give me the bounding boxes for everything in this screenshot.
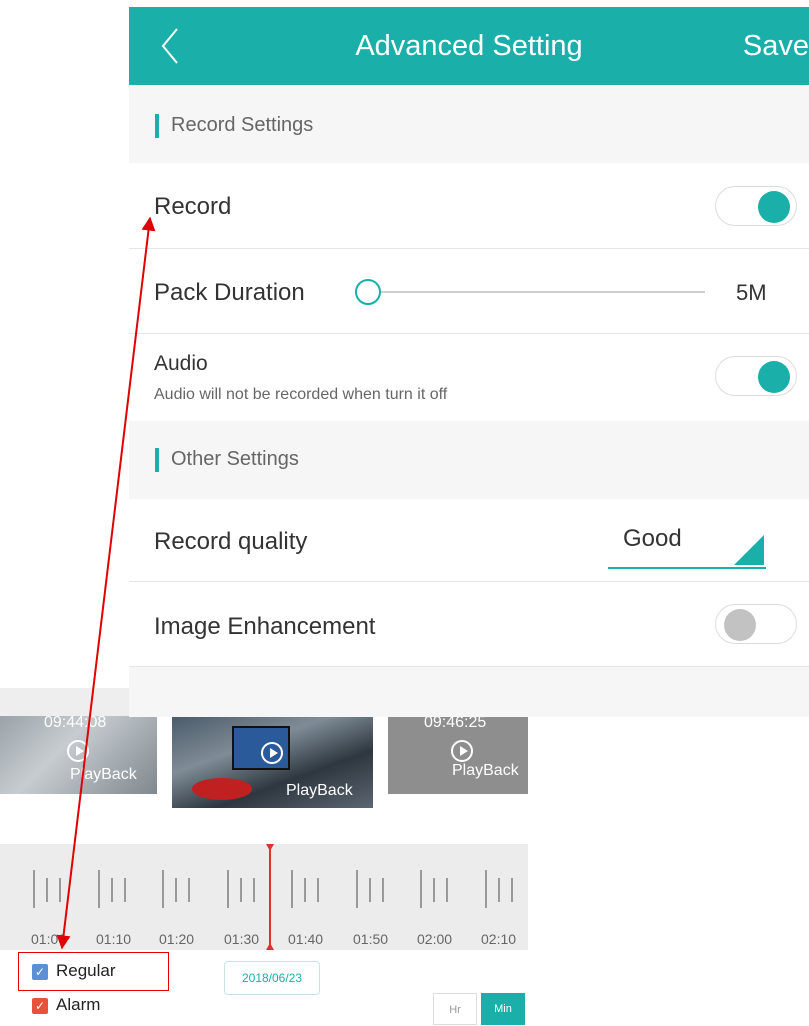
thumbnail-label: PlayBack <box>452 762 519 779</box>
scale-hr-button[interactable]: Hr <box>433 993 477 1025</box>
record-quality-value: Good <box>623 525 682 552</box>
timeline-label: 01:00 <box>31 931 67 947</box>
panel-footer <box>129 667 809 717</box>
advanced-setting-panel: Advanced Setting Save Record Settings Re… <box>129 7 809 717</box>
section-title: Record Settings <box>171 114 314 136</box>
timeline-tick <box>110 878 113 902</box>
play-icon <box>67 740 89 762</box>
thumbnail-label: PlayBack <box>286 782 353 799</box>
image-enhancement-toggle[interactable] <box>715 604 797 644</box>
timeline-tick <box>355 870 358 908</box>
play-icon <box>261 742 283 764</box>
save-button[interactable]: Save <box>743 7 809 85</box>
filter-label: Alarm <box>56 995 101 1014</box>
toggle-knob <box>758 191 790 223</box>
timeline-label: 01:20 <box>159 931 195 947</box>
thumbnail-label: PlayBack <box>70 766 137 783</box>
section-accent-bar <box>155 114 159 138</box>
record-quality-label: Record quality <box>154 528 308 555</box>
timeline-tick <box>497 878 500 902</box>
scale-min-button[interactable]: Min <box>481 993 525 1025</box>
timeline-tick <box>226 870 229 908</box>
timeline-tick <box>33 870 35 908</box>
dropdown-corner-icon <box>734 535 764 565</box>
timeline-tick <box>510 878 513 902</box>
timeline-tick <box>446 878 448 902</box>
pack-duration-slider-track[interactable] <box>369 291 705 293</box>
recording-thumbnail[interactable]: 09:46:25 PlayBack <box>388 716 528 794</box>
audio-label: Audio <box>154 352 208 375</box>
timeline-label: 01:50 <box>353 931 389 947</box>
timeline-label: 01:30 <box>224 931 260 947</box>
audio-row: Audio Audio will not be recorded when tu… <box>129 334 809 422</box>
timeline-playhead[interactable] <box>269 844 271 950</box>
timeline-label: 02:10 <box>481 931 517 947</box>
timeline[interactable]: 01:00 01:10 01:20 01:30 01:40 01:50 02:0… <box>0 844 528 950</box>
section-other-settings: Other Settings <box>129 421 809 499</box>
timeline-label: 01:10 <box>96 931 132 947</box>
toggle-knob <box>724 609 756 641</box>
playhead-top-marker <box>266 844 274 851</box>
pack-duration-label: Pack Duration <box>154 279 305 306</box>
toggle-knob <box>758 361 790 393</box>
record-label: Record <box>154 193 232 220</box>
timeline-tick <box>46 878 48 902</box>
timeline-tick <box>97 870 100 908</box>
page-title: Advanced Setting <box>355 30 583 62</box>
timeline-tick <box>484 870 487 908</box>
timeline-tick <box>304 878 306 902</box>
pack-duration-row: Pack Duration 5M <box>129 249 809 334</box>
regular-highlight-box <box>18 952 169 991</box>
audio-toggle[interactable] <box>715 356 797 396</box>
timeline-label: 01:40 <box>288 931 324 947</box>
timeline-tick <box>433 878 435 902</box>
timeline-tick <box>317 878 319 902</box>
section-accent-bar <box>155 448 159 472</box>
timeline-label: 02:00 <box>417 931 453 947</box>
timeline-tick <box>381 878 384 902</box>
timeline-tick <box>188 878 190 902</box>
date-picker-button[interactable]: 2018/06/23 <box>224 961 320 995</box>
thumbnail-time: 09:46:25 <box>424 716 487 731</box>
filter-alarm[interactable]: ✓ Alarm <box>32 994 162 1018</box>
mouse-image <box>192 778 252 800</box>
play-icon <box>451 740 473 762</box>
timeline-tick <box>239 878 242 902</box>
timeline-tick <box>59 878 61 902</box>
playhead-bottom-marker <box>266 943 274 950</box>
timeline-tick <box>368 878 371 902</box>
timeline-tick <box>123 878 126 902</box>
recording-thumbnail[interactable]: 09:44:08 PlayBack <box>0 716 157 794</box>
timeline-tick <box>420 870 422 908</box>
record-quality-select[interactable]: Good <box>608 517 766 569</box>
timeline-tick <box>252 878 255 902</box>
timeline-tick <box>291 870 293 908</box>
pack-duration-value: 5M <box>736 280 767 305</box>
image-enhancement-row: Image Enhancement <box>129 582 809 667</box>
pack-duration-slider-thumb[interactable] <box>355 279 381 305</box>
image-enhancement-label: Image Enhancement <box>154 613 376 640</box>
recording-thumbnail[interactable]: PlayBack <box>172 716 373 808</box>
audio-description: Audio will not be recorded when turn it … <box>154 386 448 403</box>
record-quality-row: Record quality Good <box>129 499 809 582</box>
top-bar: Advanced Setting Save <box>129 7 809 85</box>
record-toggle[interactable] <box>715 186 797 226</box>
timeline-tick <box>175 878 177 902</box>
thumbnail-time: 09:44:08 <box>44 716 107 731</box>
timeline-tick <box>162 870 164 908</box>
section-record-settings: Record Settings <box>129 85 809 163</box>
checkbox-checked-icon[interactable]: ✓ <box>32 998 48 1014</box>
section-title: Other Settings <box>171 448 299 470</box>
record-row: Record <box>129 163 809 249</box>
